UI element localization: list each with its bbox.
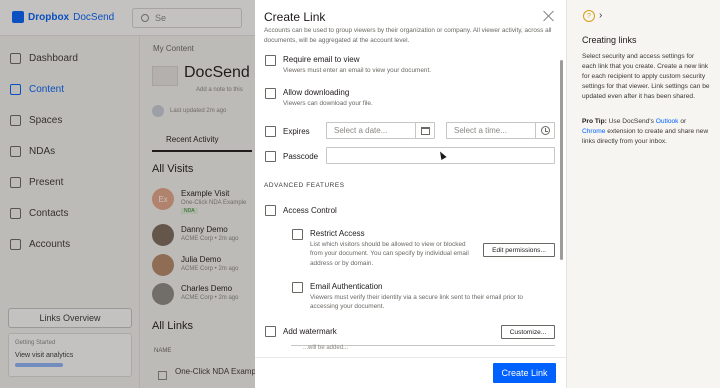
advanced-features-heading: ADVANCED FEATURES <box>264 182 345 189</box>
help-panel: ? › Creating links Select security and a… <box>566 0 720 388</box>
add-watermark-label: Add watermark <box>283 327 337 336</box>
calendar-button[interactable] <box>415 122 435 139</box>
dialog-title: Create Link <box>264 10 326 24</box>
clock-icon <box>540 126 550 135</box>
restrict-access-label: Restrict Access <box>310 229 365 238</box>
add-watermark-checkbox[interactable] <box>265 326 276 337</box>
email-authentication-label: Email Authentication <box>310 282 383 291</box>
dialog-footer: Create Link <box>255 357 566 388</box>
outlook-link[interactable]: Outlook <box>656 118 679 125</box>
pro-tip: Pro Tip: Use DocSend's Outlook or Chrome… <box>582 117 710 147</box>
passcode-checkbox[interactable] <box>265 151 276 162</box>
clock-button[interactable] <box>535 122 555 139</box>
dialog-scrollbar[interactable] <box>560 60 563 260</box>
email-authentication-hint: Viewers must verify their identity via a… <box>310 294 523 311</box>
restrict-access-checkbox[interactable] <box>292 229 303 240</box>
expiry-date-input[interactable]: Select a date... <box>326 122 416 139</box>
expiry-time-input[interactable]: Select a time... <box>446 122 536 139</box>
help-title: Creating links <box>582 35 637 45</box>
help-body: Select security and access settings for … <box>582 53 710 100</box>
create-link-dialog: Create Link Accounts can be used to grou… <box>255 0 566 388</box>
pro-tip-or: or <box>680 118 687 125</box>
allow-downloading-label: Allow downloading <box>283 88 350 97</box>
access-control-label: Access Control <box>283 206 337 215</box>
passcode-label: Passcode <box>283 152 319 161</box>
calendar-icon <box>420 126 430 135</box>
require-email-hint: Viewers must enter an email to view your… <box>283 67 431 74</box>
edit-permissions-button[interactable]: Edit permissions... <box>483 243 555 257</box>
require-email-checkbox[interactable] <box>265 55 276 66</box>
email-authentication-checkbox[interactable] <box>292 282 303 293</box>
help-icon[interactable]: ? <box>583 10 595 22</box>
require-email-label: Require email to view <box>283 55 360 64</box>
allow-downloading-hint: Viewers can download your file. <box>283 100 373 107</box>
create-link-button[interactable]: Create Link <box>493 363 556 383</box>
close-icon[interactable] <box>543 10 555 22</box>
chevron-right-icon[interactable]: › <box>599 10 602 21</box>
chrome-link[interactable]: Chrome <box>582 128 605 135</box>
dialog-description: Accounts can be used to group viewers by… <box>264 27 552 44</box>
pro-tip-label: Pro Tip: <box>582 118 607 125</box>
pro-tip-text: Use DocSend's <box>608 118 654 125</box>
access-control-checkbox[interactable] <box>265 205 276 216</box>
expires-label: Expires <box>283 127 310 136</box>
customize-watermark-button[interactable]: Customize... <box>501 325 555 339</box>
allow-downloading-checkbox[interactable] <box>265 88 276 99</box>
restrict-access-hint: List which visitors should be allowed to… <box>310 241 469 267</box>
watermark-preview-text: ...will be added... <box>303 345 349 351</box>
expires-checkbox[interactable] <box>265 126 276 137</box>
